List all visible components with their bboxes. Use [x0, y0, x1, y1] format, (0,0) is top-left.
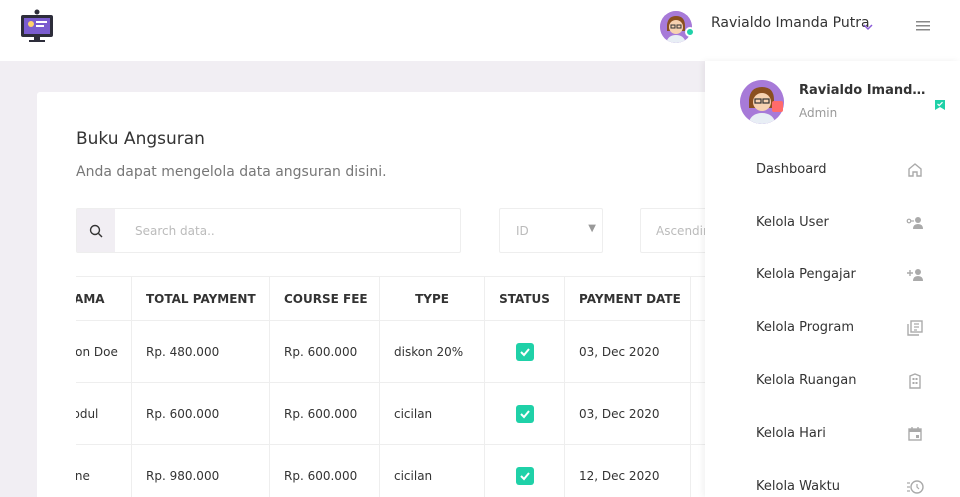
cell-course-fee: Rp. 600.000: [270, 321, 380, 382]
verified-icon: [934, 96, 946, 110]
page-title: Buku Angsuran: [76, 129, 205, 149]
column-header-payment-date: PAYMENT DATE: [565, 277, 691, 320]
sidebar-item-kelola-ruangan[interactable]: Kelola Ruangan: [705, 361, 960, 401]
search-input[interactable]: [117, 209, 457, 252]
calendar-icon: [906, 425, 924, 443]
app-logo-icon[interactable]: [20, 9, 54, 43]
id-select[interactable]: ID ▼: [499, 208, 603, 253]
library-books-icon: [906, 319, 924, 337]
id-select-value: ID: [516, 224, 529, 238]
page-subtitle: Anda dapat mengelola data angsuran disin…: [76, 164, 387, 180]
sidebar-user-role: Admin: [799, 106, 838, 120]
cell-total-payment: Rp. 480.000: [132, 321, 270, 382]
sidebar-item-kelola-user[interactable]: Kelola User: [705, 203, 960, 243]
sidebar-item-dashboard[interactable]: Dashboard: [705, 150, 960, 190]
table-row[interactable]: Jhon Doe Rp. 480.000 Rp. 600.000 diskon …: [76, 321, 737, 383]
cell-course-fee: Rp. 600.000: [270, 383, 380, 444]
top-bar: Ravialdo Imanda Putra: [0, 0, 960, 61]
hamburger-menu-icon[interactable]: [914, 18, 934, 34]
sidebar-item-label: Dashboard: [756, 162, 827, 177]
search-bar: [76, 208, 461, 253]
cell-type: diskon 20%: [380, 321, 485, 382]
status-check-icon[interactable]: [515, 404, 534, 423]
cell-status: [485, 383, 565, 444]
sidebar-drawer: Ravialdo Imanda Putra Admin Dashboard Ke…: [705, 61, 960, 497]
column-header-course-fee: COURSE FEE: [270, 277, 380, 320]
status-check-icon[interactable]: [515, 466, 534, 485]
cell-nama: Abdul: [76, 383, 132, 444]
column-header-status: STATUS: [485, 277, 565, 320]
cell-type: cicilan: [380, 445, 485, 497]
content-card: Buku Angsuran Anda dapat mengelola data …: [37, 92, 737, 497]
table-row[interactable]: Abdul Rp. 600.000 Rp. 600.000 cicilan 03…: [76, 383, 737, 445]
sidebar-item-label: Kelola Pengajar: [756, 267, 856, 282]
cell-course-fee: Rp. 600.000: [270, 445, 380, 497]
sidebar-item-label: Kelola Ruangan: [756, 373, 857, 388]
online-status-dot: [685, 27, 695, 37]
column-header-nama: NAMA: [76, 277, 132, 320]
sidebar-item-label: Kelola User: [756, 215, 829, 230]
history-icon: [906, 478, 924, 496]
sidebar-item-label: Kelola Waktu: [756, 479, 841, 494]
sidebar-item-kelola-pengajar[interactable]: Kelola Pengajar: [705, 255, 960, 295]
sidebar-item-kelola-waktu[interactable]: Kelola Waktu: [705, 467, 960, 497]
chevron-down-icon[interactable]: [862, 18, 874, 31]
table-row[interactable]: Jane Rp. 980.000 Rp. 600.000 cicilan 12,…: [76, 445, 737, 497]
home-icon: [906, 161, 924, 179]
cell-status: [485, 321, 565, 382]
cell-status: [485, 445, 565, 497]
sidebar-item-kelola-hari[interactable]: Kelola Hari: [705, 414, 960, 454]
user-add-icon: [906, 266, 924, 284]
avatar-badge-icon: [772, 101, 783, 112]
column-header-type: TYPE: [380, 277, 485, 320]
status-check-icon[interactable]: [515, 342, 534, 361]
search-icon: [89, 224, 103, 237]
sidebar-item-kelola-program[interactable]: Kelola Program: [705, 308, 960, 348]
search-button[interactable]: [77, 209, 115, 252]
caret-down-icon: ▼: [588, 223, 596, 234]
cell-nama: Jhon Doe: [76, 321, 132, 382]
cell-type: cicilan: [380, 383, 485, 444]
sidebar-user-name: Ravialdo Imanda Putra: [799, 83, 929, 98]
user-key-icon: [906, 214, 924, 232]
cell-nama: Jane: [76, 445, 132, 497]
cell-total-payment: Rp. 980.000: [132, 445, 270, 497]
header-user-name[interactable]: Ravialdo Imanda Putra: [711, 15, 870, 31]
cell-total-payment: Rp. 600.000: [132, 383, 270, 444]
column-header-total-payment: TOTAL PAYMENT: [132, 277, 270, 320]
cell-payment-date: 03, Dec 2020: [565, 321, 691, 382]
building-icon: [906, 372, 924, 390]
installment-table: NAMA TOTAL PAYMENT COURSE FEE TYPE STATU…: [76, 276, 737, 497]
sidebar-item-label: Kelola Program: [756, 320, 855, 335]
table-header: NAMA TOTAL PAYMENT COURSE FEE TYPE STATU…: [76, 277, 737, 321]
cell-payment-date: 03, Dec 2020: [565, 383, 691, 444]
sidebar-item-label: Kelola Hari: [756, 426, 826, 441]
cell-payment-date: 12, Dec 2020: [565, 445, 691, 497]
